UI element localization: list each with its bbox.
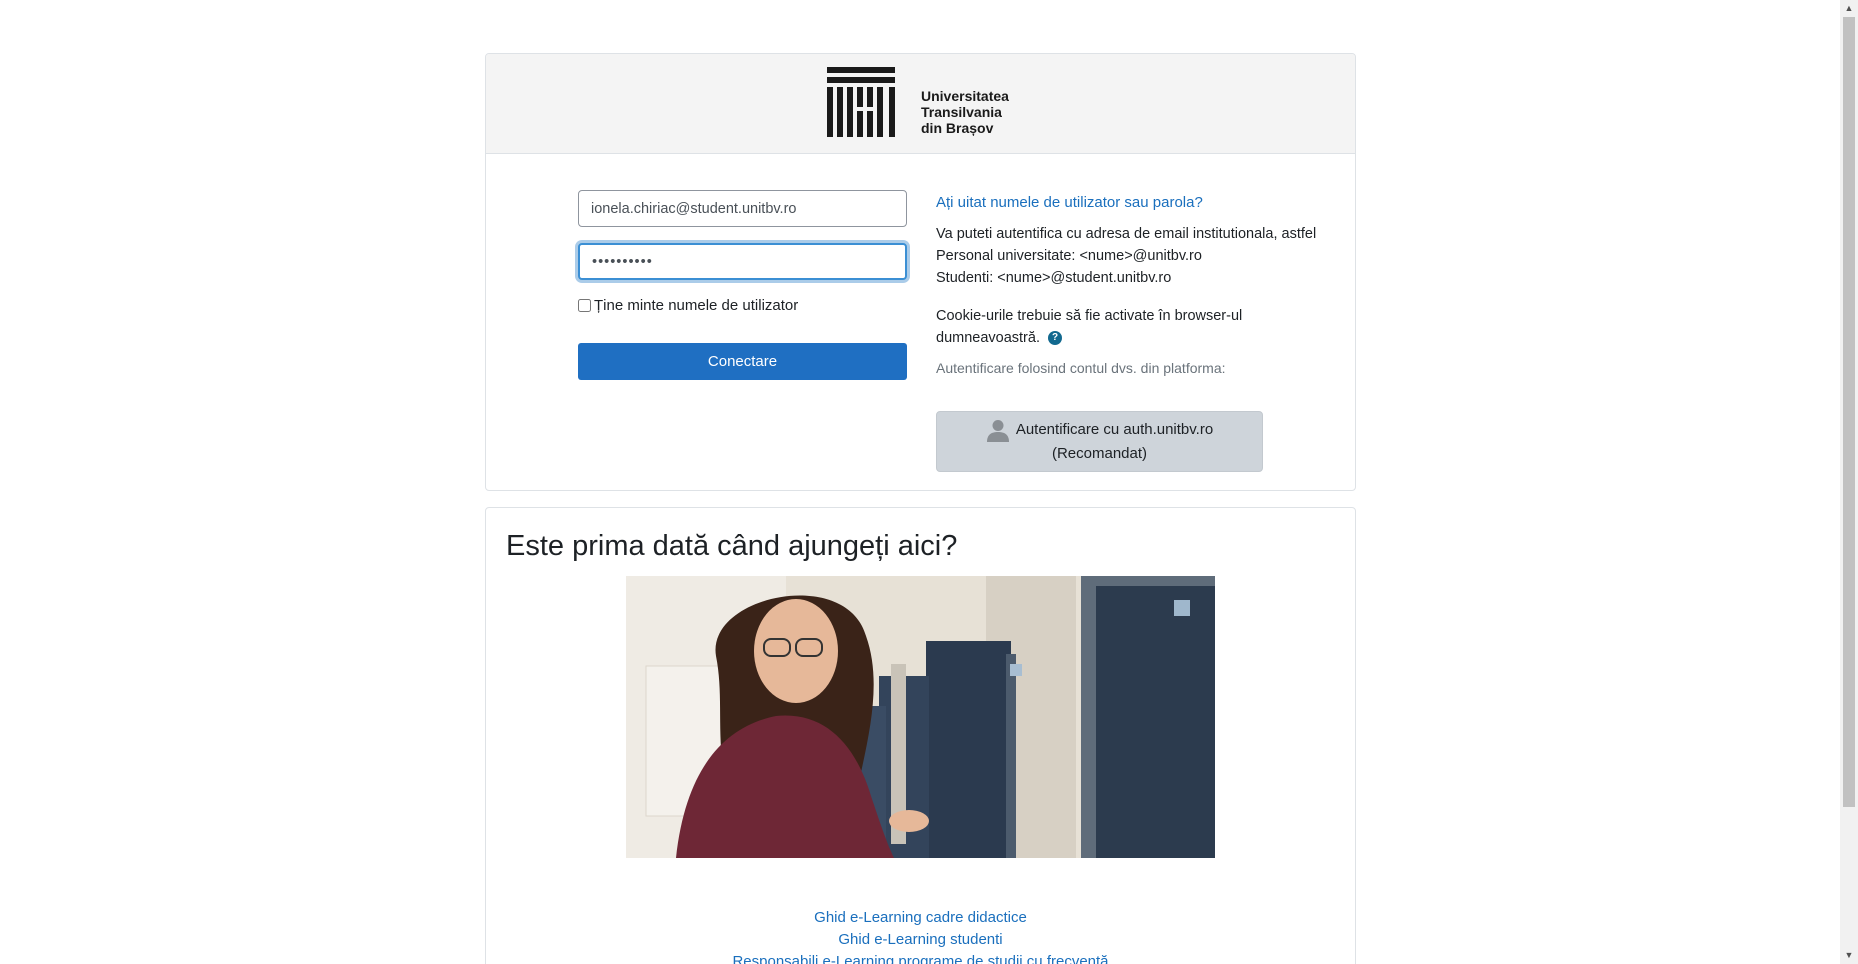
username-input[interactable] <box>578 190 907 227</box>
student-photo <box>626 576 1215 858</box>
remember-username-row[interactable]: Ține minte numele de utilizator <box>578 297 798 314</box>
login-card: Universitatea Transilvania din Brașov Ți… <box>485 53 1356 491</box>
guide-link-teachers[interactable]: Ghid e-Learning cadre didactice <box>486 907 1355 929</box>
password-input[interactable] <box>578 243 907 280</box>
vertical-scrollbar[interactable]: ▲ ▼ <box>1840 0 1858 964</box>
guide-link-students[interactable]: Ghid e-Learning studenti <box>486 929 1355 951</box>
help-icon[interactable]: ? <box>1048 331 1063 346</box>
university-name-line: din Brașov <box>921 120 994 136</box>
login-button[interactable]: Conectare <box>578 343 907 380</box>
cookie-notice: Cookie-urile trebuie să fie activate în … <box>936 305 1346 349</box>
scroll-down-icon[interactable]: ▼ <box>1840 947 1858 964</box>
forgot-password-link[interactable]: Ați uitat numele de utilizator sau parol… <box>936 192 1203 214</box>
guide-links: Ghid e-Learning cadre didactice Ghid e-L… <box>486 907 1355 964</box>
remember-username-checkbox[interactable] <box>578 299 591 312</box>
remember-username-label: Ține minte numele de utilizator <box>594 297 799 314</box>
scrollbar-thumb[interactable] <box>1843 17 1855 807</box>
auth-button-label: Autentificare cu auth.unitbv.ro <box>1015 421 1214 438</box>
platform-label: Autentificare folosind contul dvs. din p… <box>936 360 1226 376</box>
login-info: Ați uitat numele de utilizator sau parol… <box>936 192 1346 379</box>
guide-link-responsible[interactable]: Responsabili e-Learning programe de stud… <box>486 951 1355 964</box>
cookie-notice-line: Cookie-urile trebuie să fie activate în … <box>936 308 1243 324</box>
scroll-up-icon[interactable]: ▲ <box>1840 0 1858 17</box>
university-name: Universitatea Transilvania din Brașov <box>921 88 1009 136</box>
auth-info-line: Va puteti autentifica cu adresa de email… <box>936 226 1317 242</box>
auth-info-line: Studenti: <nume>@student.unitbv.ro <box>936 270 1172 286</box>
login-card-header: Universitatea Transilvania din Brașov <box>486 54 1355 154</box>
university-name-line: Transilvania <box>921 104 1002 120</box>
auth-unitbv-button[interactable]: Autentificare cu auth.unitbv.ro (Recoman… <box>936 411 1263 472</box>
cookie-notice-line: dumneavoastră. <box>936 330 1040 346</box>
auth-info-line: Personal universitate: <nume>@unitbv.ro <box>936 248 1202 264</box>
university-logo-icon <box>827 67 895 137</box>
page: Universitatea Transilvania din Brașov Ți… <box>0 0 1840 964</box>
first-time-card: Este prima dată când ajungeți aici? Ghid… <box>485 507 1356 964</box>
user-icon <box>986 420 1009 442</box>
university-name-line: Universitatea <box>921 88 1009 104</box>
first-time-title: Este prima dată când ajungeți aici? <box>506 530 958 562</box>
auth-button-sublabel: (Recomandat) <box>1051 445 1148 462</box>
